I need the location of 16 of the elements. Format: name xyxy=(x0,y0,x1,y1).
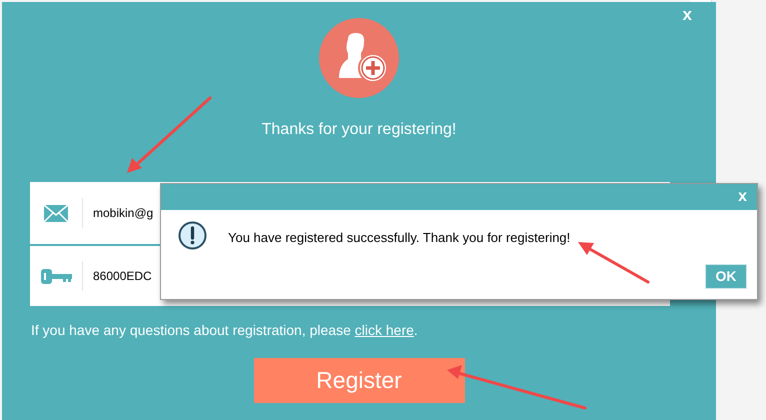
key-field[interactable]: 86000EDC xyxy=(93,267,152,285)
dialog-message: You have registered successfully. Thank you for registering! xyxy=(228,229,570,247)
exclamation-icon xyxy=(178,221,207,250)
email-field[interactable]: mobikin@g xyxy=(93,204,154,222)
heading: Thanks for your registering! xyxy=(262,120,456,140)
add-user-icon xyxy=(318,17,400,99)
close-button[interactable]: x xyxy=(682,5,692,25)
register-button[interactable]: Register xyxy=(254,358,464,403)
annotation-arrow xyxy=(578,242,650,284)
envelope-icon xyxy=(43,204,69,222)
close-button[interactable]: x xyxy=(738,188,747,206)
ok-button[interactable]: OK xyxy=(705,264,747,289)
help-text: If you have any questions about registration, please xyxy=(31,322,352,338)
period-text: . xyxy=(414,322,418,338)
help-link[interactable]: click here xyxy=(354,322,414,338)
key-icon xyxy=(40,268,72,284)
